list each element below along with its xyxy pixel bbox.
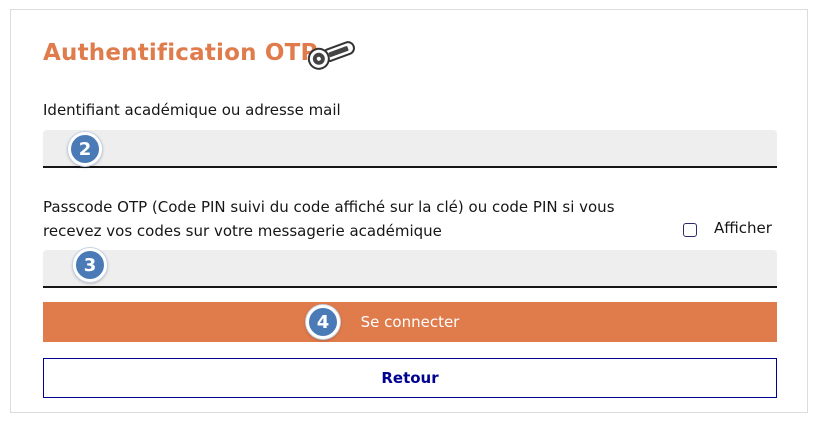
show-passcode-checkbox[interactable] <box>683 223 697 237</box>
back-button-label: Retour <box>381 369 439 387</box>
passcode-input[interactable] <box>43 250 777 288</box>
connect-button[interactable]: Se connecter <box>43 302 777 342</box>
back-button[interactable]: Retour <box>43 358 777 398</box>
page-title: Authentification OTP <box>43 40 318 66</box>
passcode-label-line2: recevez vos codes sur votre messagerie a… <box>43 222 442 240</box>
otp-key-icon <box>307 41 355 70</box>
connect-button-label: Se connecter <box>360 313 460 331</box>
step-marker-identifier: 2 <box>68 132 102 166</box>
step-marker-connect: 4 <box>306 305 340 339</box>
show-passcode-label[interactable]: Afficher <box>714 219 772 237</box>
passcode-label-line1: Passcode OTP (Code PIN suivi du code aff… <box>43 198 615 216</box>
identifier-label: Identifiant académique ou adresse mail <box>43 101 341 119</box>
step-marker-passcode: 3 <box>73 248 107 282</box>
identifier-input[interactable] <box>43 130 777 168</box>
